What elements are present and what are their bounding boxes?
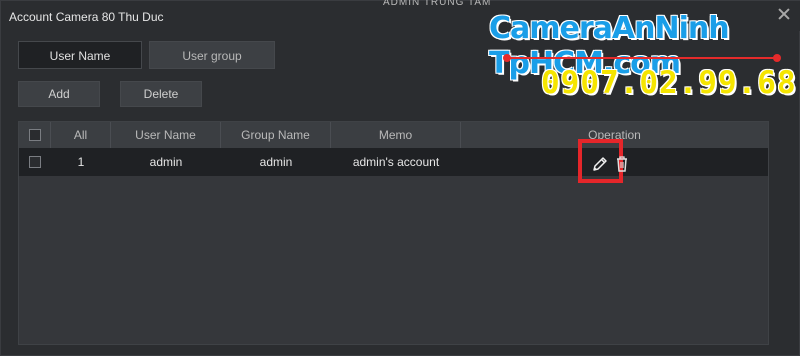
delete-button[interactable]: Delete [120,81,202,107]
row-index: 1 [77,155,85,169]
watermark-phone: 0907.02.99.68 [541,65,797,101]
user-table: All User Name Group Name Memo Operation … [18,121,769,345]
row-memo: admin's account [352,155,440,169]
watermark-dot-left [503,54,511,62]
header-group-name: Group Name [221,122,331,148]
trash-icon[interactable] [615,155,629,173]
select-all-checkbox[interactable] [29,129,41,141]
watermark-divider [507,57,777,59]
watermark-logo: CameraAnNinh TpHCM.com 0907.02.99.68 [489,11,797,101]
row-checkbox-cell [19,148,51,176]
tab-user-group[interactable]: User group [149,41,275,69]
add-button[interactable]: Add [18,81,100,107]
pencil-icon[interactable] [591,155,609,173]
top-scribble-text: ADMIN TRUNG TAM [383,0,492,8]
row-group-name: admin [259,155,293,169]
header-user-name: User Name [111,122,221,148]
table-header: All User Name Group Name Memo Operation [19,122,768,148]
row-user-name: admin [149,155,183,169]
table-row[interactable]: 1 admin admin admin's account [19,148,768,176]
watermark-dot-right [773,54,781,62]
account-window: Account Camera 80 Thu Duc ADMIN TRUNG TA… [0,0,800,356]
header-memo: Memo [331,122,461,148]
tab-user-name[interactable]: User Name [18,41,142,69]
row-checkbox[interactable] [29,156,41,168]
window-title: Account Camera 80 Thu Duc [9,10,164,24]
header-all: All [51,122,111,148]
header-checkbox-cell [19,122,51,148]
